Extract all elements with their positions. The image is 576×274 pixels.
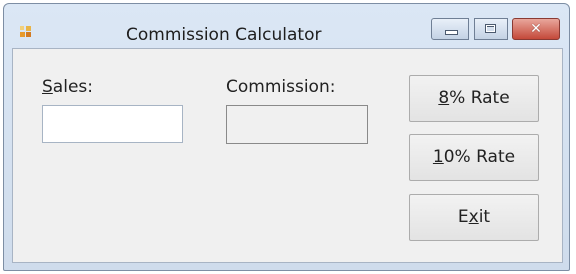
sales-label: Sales:	[42, 77, 93, 97]
commission-label: Commission:	[226, 77, 336, 97]
minimize-icon	[445, 30, 458, 35]
sales-input[interactable]	[42, 105, 183, 143]
ten-percent-rate-button[interactable]: 10% Rate	[409, 134, 539, 181]
title-bar[interactable]: Commission Calculator ✕	[4, 4, 569, 46]
close-icon: ✕	[530, 21, 542, 37]
window-title: Commission Calculator	[126, 25, 322, 45]
form-client-area: Sales: Commission: 8% Rate 10% Rate Exit	[12, 48, 563, 263]
app-form-icon[interactable]	[20, 26, 34, 38]
exit-button[interactable]: Exit	[409, 194, 539, 241]
commission-output	[226, 105, 368, 144]
maximize-button[interactable]	[474, 18, 508, 40]
app-window: Commission Calculator ✕ Sales: Commissio…	[3, 3, 570, 271]
close-button[interactable]: ✕	[512, 18, 560, 40]
eight-percent-rate-button[interactable]: 8% Rate	[409, 75, 539, 122]
maximize-icon	[485, 24, 496, 33]
minimize-button[interactable]	[431, 18, 469, 40]
